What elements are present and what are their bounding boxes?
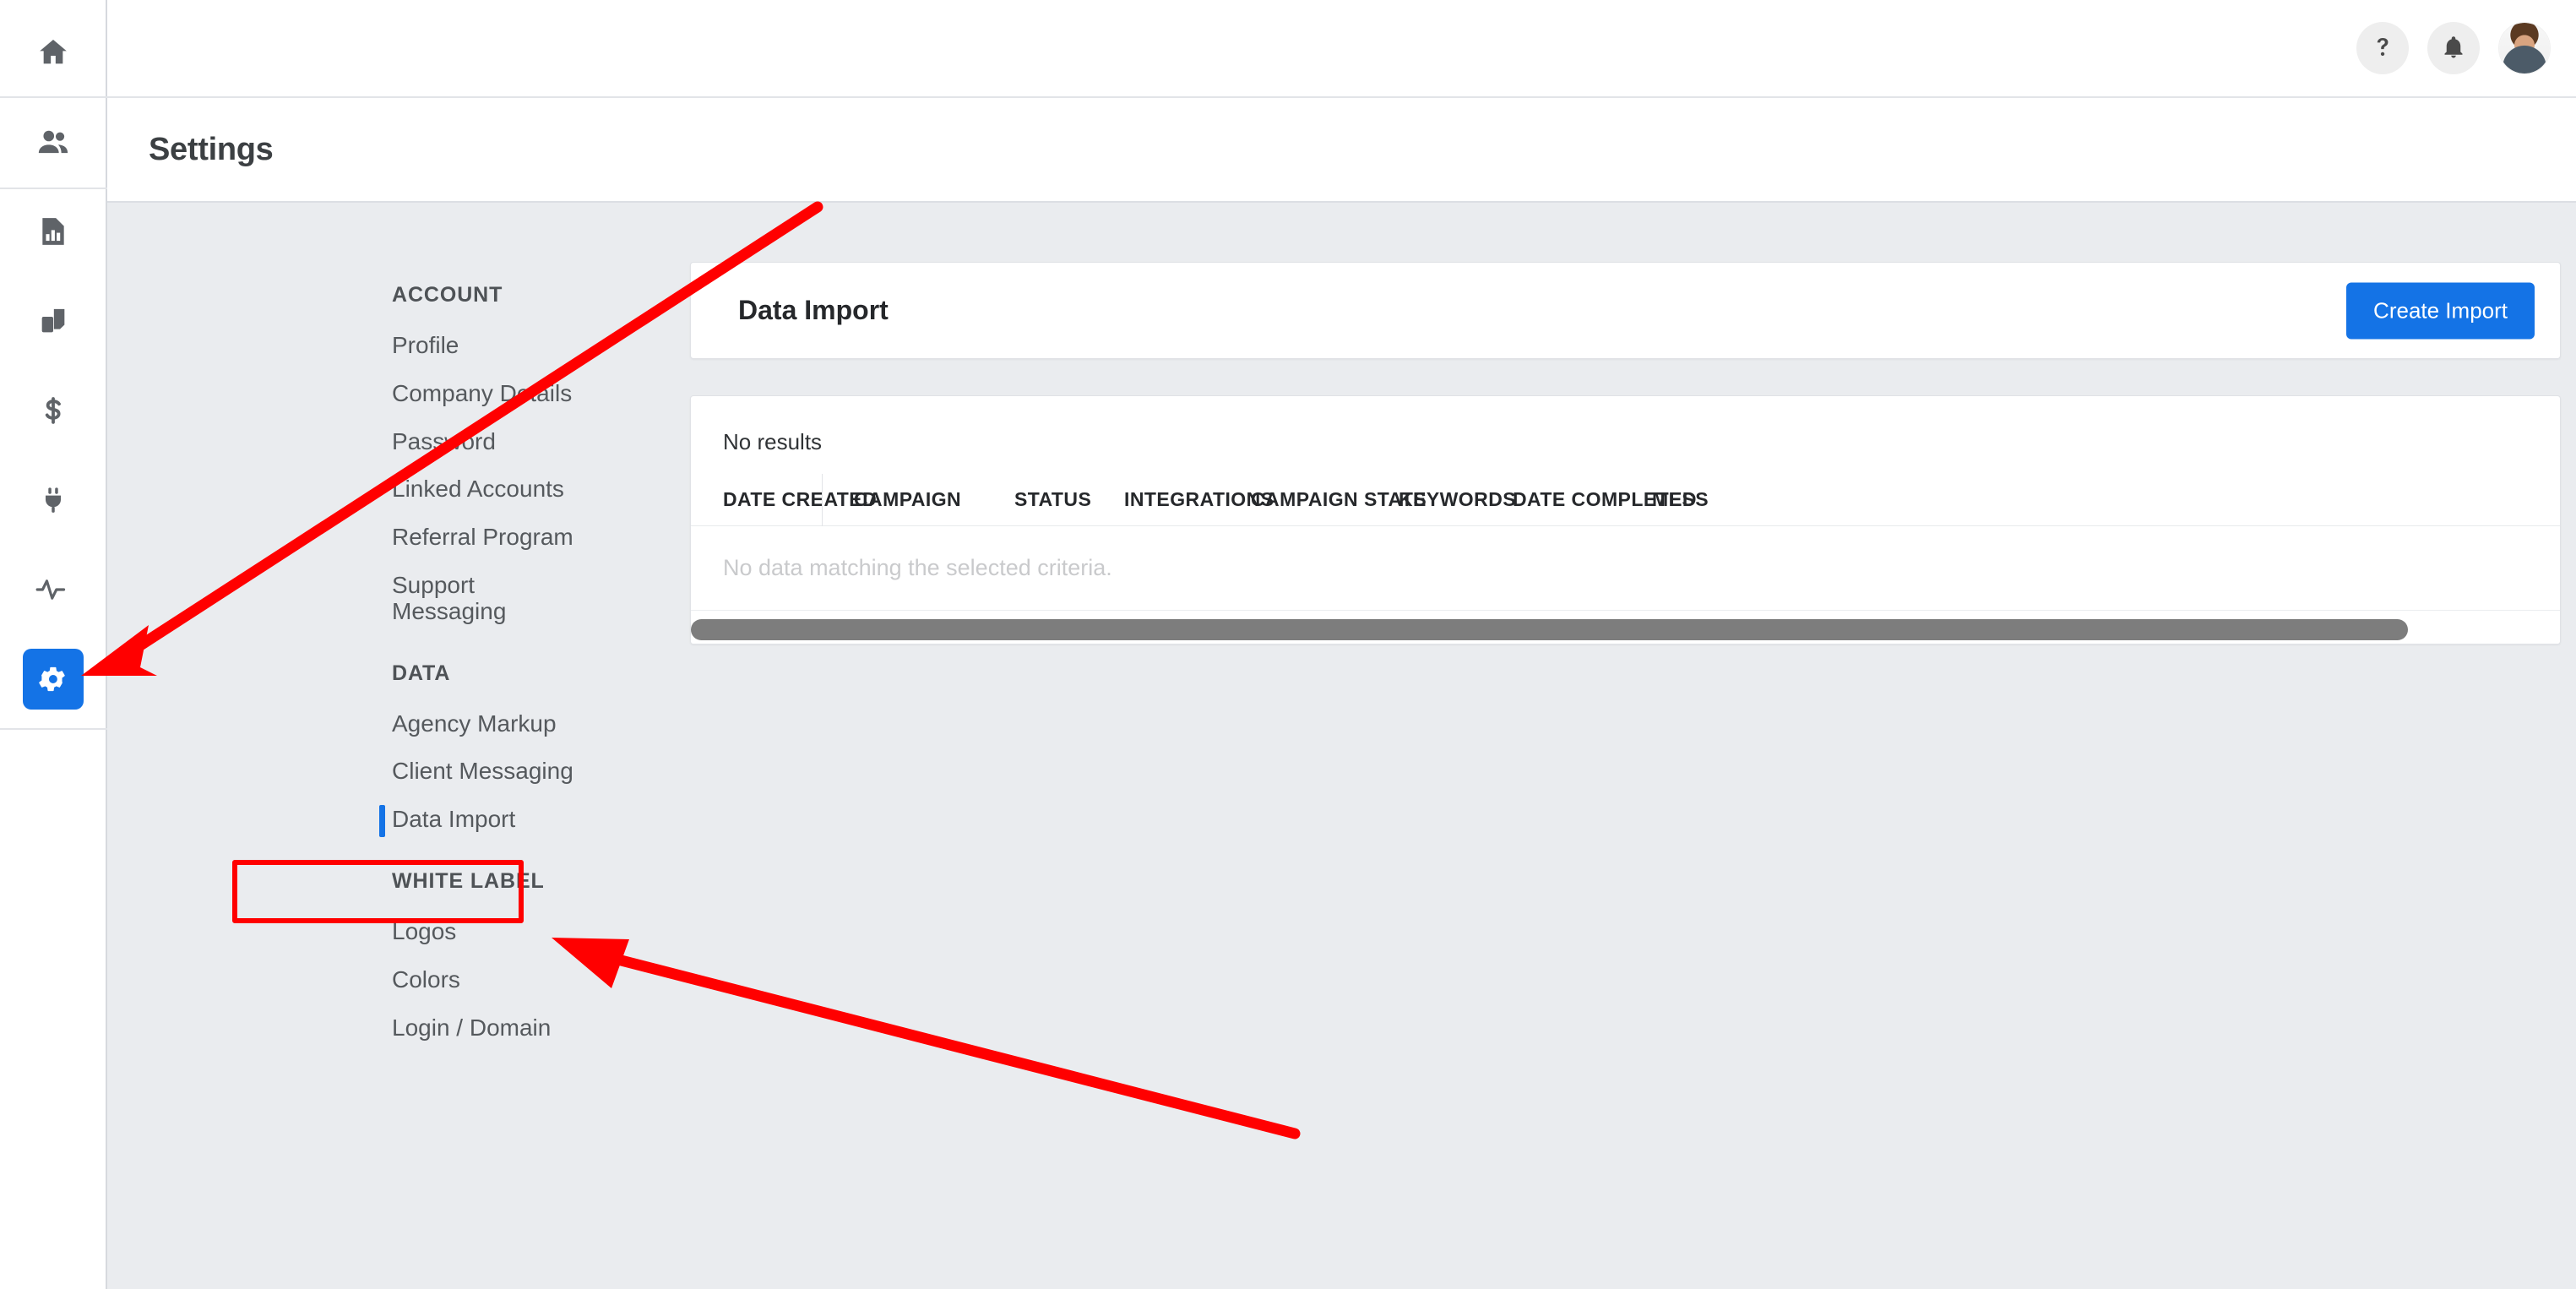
- settings-sub-nav: ACCOUNT Profile Company Details Password…: [282, 283, 586, 1052]
- column-header-date-created[interactable]: DATE CREATED: [723, 488, 877, 511]
- active-indicator-bar: [379, 805, 385, 838]
- table-header-row: DATE CREATED CAMPAIGN STATUS INTEGRATION…: [691, 474, 2560, 526]
- sidebar-item-logos[interactable]: Logos: [282, 908, 586, 956]
- sidebar-item-password[interactable]: Password: [282, 418, 586, 466]
- nav-item-label: Client Messaging: [392, 758, 573, 785]
- nav-item-label: Data Import: [392, 806, 516, 833]
- question-mark-icon: [2370, 35, 2395, 63]
- scrollbar-thumb[interactable]: [691, 618, 2408, 640]
- nav-group-title-white-label: WHITE LABEL: [392, 868, 545, 893]
- rail-item-reports[interactable]: [23, 201, 84, 262]
- results-count-label: No results: [723, 429, 823, 454]
- page-title: Settings: [149, 131, 274, 167]
- rail-item-activity[interactable]: [23, 559, 84, 620]
- rail-divider: [0, 96, 107, 98]
- plug-icon: [37, 484, 69, 516]
- nav-item-label: Password: [392, 427, 496, 454]
- card-title: Data Import: [738, 295, 889, 325]
- home-icon: [36, 35, 70, 69]
- top-bar-actions: [2356, 22, 2551, 74]
- column-header-campaign-stats[interactable]: CAMPAIGN STATS: [1251, 488, 1427, 511]
- dollar-icon: [37, 394, 69, 427]
- column-header-messages[interactable]: MESS: [1652, 488, 1753, 511]
- data-import-table-card: No results DATE CREATED CAMPAIGN STATUS …: [690, 395, 2561, 644]
- nav-group-title-account: ACCOUNT: [392, 283, 503, 307]
- table-empty-state-row: No data matching the selected criteria.: [691, 526, 2560, 611]
- nav-item-label: Logos: [392, 917, 457, 944]
- top-bar: [107, 0, 2576, 98]
- people-icon: [35, 124, 71, 160]
- column-header-integrations[interactable]: INTEGRATIONS: [1124, 488, 1274, 511]
- user-avatar-image: [2499, 23, 2550, 73]
- nav-item-label: Referral Program: [392, 524, 573, 551]
- create-import-button[interactable]: Create Import: [2346, 282, 2535, 339]
- sidebar-item-profile[interactable]: Profile: [282, 322, 586, 370]
- sidebar-item-referral-program[interactable]: Referral Program: [282, 514, 586, 562]
- column-header-keywords[interactable]: KEYWORDS: [1399, 488, 1516, 511]
- rail-item-clients[interactable]: [23, 111, 84, 172]
- gear-icon: [38, 665, 68, 693]
- report-icon: [37, 215, 69, 247]
- sidebar-item-client-messaging[interactable]: Client Messaging: [282, 748, 586, 796]
- nav-group-title-data: DATA: [392, 661, 451, 685]
- empty-state-message: No data matching the selected criteria.: [723, 555, 1112, 580]
- help-button[interactable]: [2356, 22, 2409, 74]
- primary-icon-rail: [0, 0, 107, 1289]
- rail-item-integrations[interactable]: [23, 470, 84, 530]
- sidebar-item-support-messaging[interactable]: Support Messaging: [282, 562, 586, 636]
- app-root: Settings ACCOUNT Profile Company Details…: [0, 0, 2576, 1289]
- sidebar-item-colors[interactable]: Colors: [282, 956, 586, 1004]
- activity-icon: [35, 571, 72, 608]
- nav-item-label: Linked Accounts: [392, 476, 564, 503]
- nav-item-label: Support Messaging: [392, 571, 507, 624]
- page-title-band: Settings: [107, 98, 2576, 203]
- content-area: ACCOUNT Profile Company Details Password…: [107, 203, 2576, 1289]
- rail-item-billing[interactable]: [23, 380, 84, 441]
- column-header-campaign[interactable]: CAMPAIGN: [854, 488, 1014, 511]
- column-header-status[interactable]: STATUS: [1014, 488, 1124, 511]
- rail-divider: [0, 728, 107, 730]
- table-horizontal-scrollbar[interactable]: [691, 615, 2560, 644]
- rail-item-pages[interactable]: [23, 291, 84, 351]
- sidebar-item-agency-markup[interactable]: Agency Markup: [282, 700, 586, 748]
- pages-icon: [36, 304, 70, 338]
- bell-icon: [2441, 35, 2466, 63]
- nav-item-label: Profile: [392, 332, 459, 358]
- sidebar-item-login-domain[interactable]: Login / Domain: [282, 1004, 586, 1052]
- sidebar-item-company-details[interactable]: Company Details: [282, 370, 586, 418]
- nav-item-label: Colors: [392, 965, 460, 993]
- column-header-date-completed[interactable]: DATE COMPLETED: [1513, 488, 1697, 511]
- avatar[interactable]: [2498, 22, 2551, 74]
- nav-item-label: Agency Markup: [392, 710, 557, 737]
- rail-divider: [0, 188, 107, 189]
- column-divider: [822, 474, 823, 526]
- rail-item-home[interactable]: [23, 22, 84, 83]
- notifications-button[interactable]: [2427, 22, 2480, 74]
- rail-item-settings[interactable]: [22, 649, 84, 710]
- nav-item-label: Login / Domain: [392, 1014, 552, 1041]
- nav-item-label: Company Details: [392, 379, 573, 406]
- data-import-card-header: Data Import Create Import: [690, 262, 2561, 359]
- sidebar-item-linked-accounts[interactable]: Linked Accounts: [282, 465, 586, 514]
- sidebar-item-data-import[interactable]: Data Import: [282, 796, 586, 844]
